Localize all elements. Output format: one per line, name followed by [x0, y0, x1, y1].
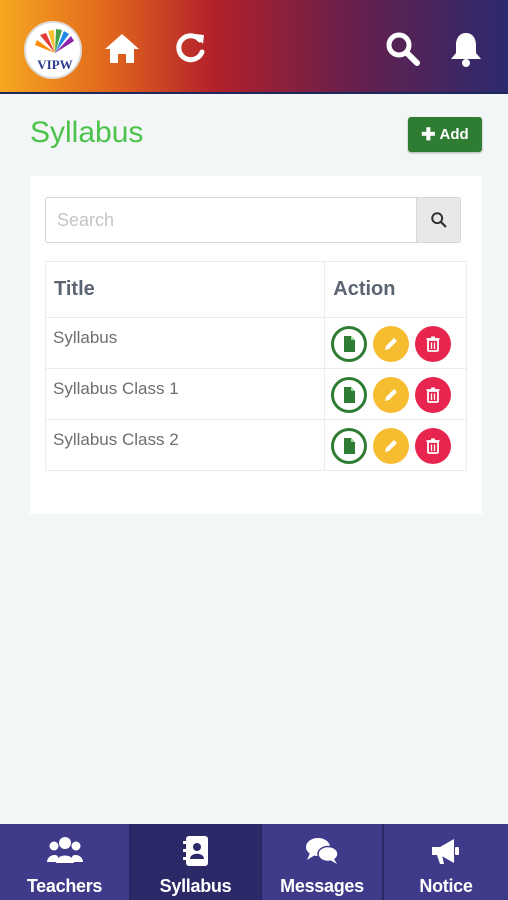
logo-text: VIPW	[37, 57, 72, 72]
users-icon	[46, 837, 83, 863]
top-bar: VIPW	[0, 0, 508, 94]
nav-item-notice[interactable]: Notice	[384, 824, 508, 900]
delete-button[interactable]	[414, 326, 451, 362]
document-icon	[344, 438, 356, 454]
edit-button[interactable]	[372, 326, 409, 362]
edit-button[interactable]	[372, 428, 409, 464]
add-button[interactable]: ✚ Add	[408, 117, 482, 152]
home-icon[interactable]	[102, 28, 142, 68]
table-row: Syllabus Class 1	[44, 368, 467, 420]
refresh-icon[interactable]	[170, 28, 210, 68]
document-icon	[344, 336, 356, 352]
plus-icon: ✚	[421, 125, 436, 144]
nav-label: Teachers	[26, 876, 103, 896]
table-row: Syllabus Class 2	[44, 419, 467, 471]
nav-item-syllabus[interactable]: Syllabus	[131, 824, 262, 900]
row-title: Syllabus Class 1	[44, 368, 326, 420]
nav-label: Messages	[280, 876, 364, 896]
logo-emblem: VIPW	[35, 29, 74, 72]
trash-icon	[426, 387, 440, 403]
search-button[interactable]	[416, 198, 460, 242]
document-icon	[344, 387, 356, 403]
row-title: Syllabus Class 2	[44, 419, 326, 471]
nav-label: Syllabus	[159, 876, 232, 896]
column-header-action: Action	[324, 261, 467, 318]
row-actions	[324, 317, 467, 369]
pencil-icon	[384, 338, 397, 350]
contact-book-icon	[182, 836, 208, 866]
bottom-nav: Teachers Syllabus Messages Notice	[0, 824, 508, 900]
pencil-icon	[384, 440, 397, 452]
megaphone-icon	[432, 839, 459, 864]
add-button-label: Add	[439, 126, 469, 143]
trash-icon	[426, 336, 440, 352]
page-title: Syllabus	[30, 116, 144, 149]
view-button[interactable]	[331, 326, 368, 362]
search-icon	[430, 212, 446, 228]
edit-button[interactable]	[372, 377, 409, 413]
search-icon[interactable]	[382, 28, 422, 68]
bell-icon[interactable]	[446, 28, 486, 68]
row-actions	[324, 419, 467, 471]
view-button[interactable]	[331, 377, 368, 413]
column-header-title: Title	[44, 261, 326, 318]
chat-icon	[306, 838, 339, 864]
table-row: Syllabus	[44, 317, 467, 369]
nav-label: Notice	[419, 876, 473, 896]
search-box	[45, 197, 461, 243]
syllabus-table: Title Action Syllabus Syllabus Class 1 S…	[44, 261, 467, 471]
delete-button[interactable]	[414, 377, 451, 413]
view-button[interactable]	[331, 428, 368, 464]
row-actions	[324, 368, 467, 420]
pencil-icon	[384, 389, 397, 401]
app-logo[interactable]: VIPW	[24, 21, 82, 79]
trash-icon	[426, 438, 440, 454]
nav-item-teachers[interactable]: Teachers	[0, 824, 131, 900]
table-header-row: Title Action	[44, 261, 467, 318]
search-input[interactable]	[46, 198, 416, 242]
nav-item-messages[interactable]: Messages	[262, 824, 384, 900]
delete-button[interactable]	[414, 428, 451, 464]
row-title: Syllabus	[44, 317, 326, 369]
syllabus-card: Title Action Syllabus Syllabus Class 1	[30, 176, 482, 514]
